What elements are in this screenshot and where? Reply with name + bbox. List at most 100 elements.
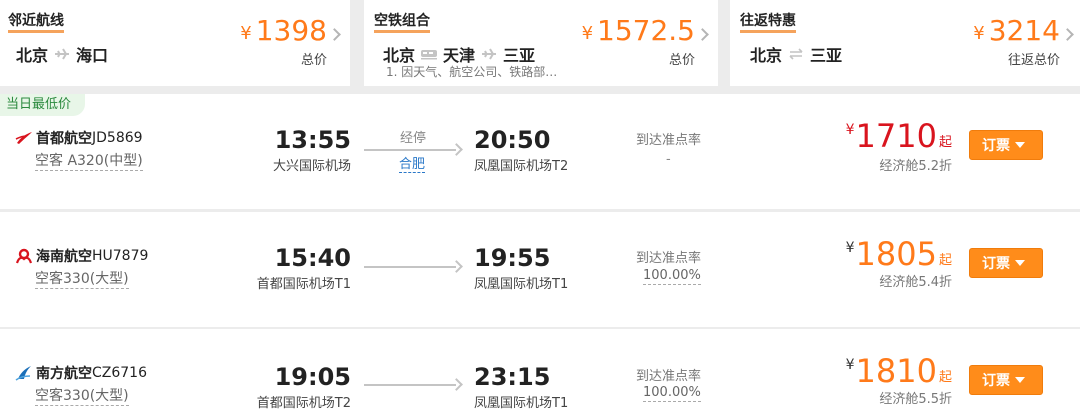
aircraft-type[interactable]: 空客330(大型): [35, 271, 129, 289]
airline-info: 首都航空 JD5869: [14, 128, 143, 148]
caret-down-icon: [1015, 142, 1025, 148]
departure-time: 13:55: [274, 126, 351, 154]
price-amount: 1805: [855, 235, 937, 273]
departure: 13:55 大兴国际机场: [273, 127, 351, 174]
book-button-label: 订票: [982, 373, 1010, 389]
book-button-label: 订票: [982, 256, 1010, 272]
chevron-right-icon: [1061, 28, 1074, 41]
china-southern-logo: [14, 365, 34, 381]
ontime-rate-label: 到达准点率: [636, 251, 702, 266]
flight-row[interactable]: 海南航空 HU7879 空客330(大型) 15:40 首都国际机场T1 19:5…: [0, 212, 1080, 327]
flight-price: ¥1710 起: [846, 120, 952, 152]
arrival-airport: 凤凰国际机场T1: [474, 396, 569, 411]
economy-discount: 经济舱5.5折: [879, 392, 952, 407]
currency-symbol: ¥: [845, 240, 855, 256]
lowest-price-badge: 当日最低价: [0, 94, 86, 116]
air-rail-combo-card[interactable]: 空铁组合 北京 天津 三亚 1. 因天气、航空公司、铁路部… ¥1572.5 总…: [364, 0, 718, 86]
plane-icon: [48, 47, 76, 61]
card-price: ¥3214: [973, 16, 1060, 50]
route-to: 三亚: [810, 46, 843, 65]
economy-discount: 经济舱5.4折: [879, 275, 952, 290]
card-route: 北京 三亚: [750, 42, 842, 66]
currency-symbol: ¥: [240, 23, 252, 44]
book-button[interactable]: 订票: [969, 130, 1043, 160]
price-amount: 1572.5: [597, 14, 695, 47]
arrival-time: 23:15: [474, 363, 551, 391]
departure-airport: 首都国际机场T1: [256, 277, 351, 292]
card-price: ¥1572.5: [582, 16, 695, 50]
flight-number: HU7879: [92, 248, 149, 264]
flight-price: ¥1810 起: [846, 355, 952, 387]
roundtrip-deal-card[interactable]: 往返特惠 北京 三亚 ¥3214 往返总价: [730, 0, 1080, 86]
arrival: 23:15 凤凰国际机场T1: [474, 364, 568, 411]
card-title: 邻近航线: [8, 13, 64, 33]
departure-time: 19:05: [274, 363, 351, 391]
roundtrip-icon: [782, 48, 810, 60]
route-from: 北京: [750, 46, 783, 65]
airline-name: 海南航空: [36, 249, 92, 265]
book-button[interactable]: 订票: [969, 365, 1043, 395]
currency-symbol: ¥: [973, 23, 985, 44]
plane-icon: [475, 47, 503, 61]
price-from-suffix: 起: [938, 253, 952, 268]
arrival: 20:50 凤凰国际机场T2: [474, 127, 568, 174]
airline-name: 首都航空: [36, 131, 92, 147]
route-to: 海口: [76, 46, 109, 65]
card-route: 北京 海口: [16, 42, 108, 66]
currency-symbol: ¥: [845, 357, 855, 373]
aircraft-type[interactable]: 空客 A320(中型): [35, 153, 143, 171]
departure: 15:40 首都国际机场T1: [257, 245, 351, 292]
currency-symbol: ¥: [845, 122, 855, 138]
departure-time: 15:40: [274, 244, 351, 272]
aircraft-type[interactable]: 空客330(大型): [35, 388, 129, 406]
flight-row[interactable]: 南方航空 CZ6716 空客330(大型) 19:05 首都国际机场T2 23:1…: [0, 329, 1080, 418]
airline-info: 南方航空 CZ6716: [14, 363, 147, 383]
capital-airlines-logo: [14, 130, 34, 146]
price-label: 总价: [300, 53, 327, 68]
ontime-rate-value[interactable]: 100.00%: [643, 385, 701, 402]
arrival-time: 20:50: [474, 126, 551, 154]
recommendation-cards: 邻近航线 北京 海口 ¥1398 总价 空铁组合 北京 天津 三亚 1. 因天气…: [0, 0, 1080, 90]
card-title: 空铁组合: [374, 13, 430, 33]
price-from-suffix: 起: [938, 370, 952, 385]
caret-down-icon: [1015, 377, 1025, 383]
price-from-suffix: 起: [938, 135, 952, 150]
book-button-label: 订票: [982, 138, 1010, 154]
hainan-airlines-logo: [14, 248, 34, 264]
card-title: 往返特惠: [740, 13, 796, 33]
stopover-city-link[interactable]: 合肥: [399, 157, 426, 173]
price-label: 往返总价: [1007, 53, 1060, 68]
arrival-airport: 凤凰国际机场T1: [474, 277, 569, 292]
ontime-rate-label: 到达准点率: [636, 369, 702, 384]
nearby-route-card[interactable]: 邻近航线 北京 海口 ¥1398 总价: [0, 0, 350, 86]
card-price: ¥1398: [240, 16, 327, 50]
stopover-label: 经停: [400, 131, 427, 146]
chevron-right-icon: [696, 28, 709, 41]
departure-airport: 大兴国际机场: [272, 159, 351, 174]
card-note: 1. 因天气、航空公司、铁路部…: [386, 65, 558, 79]
arrival-airport: 凤凰国际机场T2: [474, 159, 569, 174]
price-amount: 3214: [988, 14, 1060, 47]
train-icon: [415, 48, 443, 60]
price-amount: 1398: [255, 14, 327, 47]
ontime-rate-value[interactable]: 100.00%: [643, 268, 701, 285]
airline-info: 海南航空 HU7879: [14, 246, 148, 266]
flight-row[interactable]: 当日最低价 首都航空 JD5869 空客 A320(中型) 13:55 大兴国际机…: [0, 94, 1080, 209]
price-label: 总价: [668, 53, 695, 68]
economy-discount: 经济舱5.2折: [879, 159, 952, 174]
book-button[interactable]: 订票: [969, 248, 1043, 278]
price-amount: 1710: [855, 117, 937, 155]
departure: 19:05 首都国际机场T2: [257, 364, 351, 411]
arrival: 19:55 凤凰国际机场T1: [474, 245, 568, 292]
chevron-right-icon: [328, 28, 341, 41]
flight-number: CZ6716: [92, 365, 147, 381]
route-arrow: [364, 260, 463, 273]
currency-symbol: ¥: [581, 23, 594, 44]
ontime-rate-value: -: [666, 152, 671, 167]
route-arrow: [364, 378, 463, 391]
airline-name: 南方航空: [36, 366, 92, 382]
arrival-time: 19:55: [474, 244, 551, 272]
route-arrow: [364, 143, 463, 156]
flight-price: ¥1805 起: [846, 238, 952, 270]
caret-down-icon: [1015, 260, 1025, 266]
